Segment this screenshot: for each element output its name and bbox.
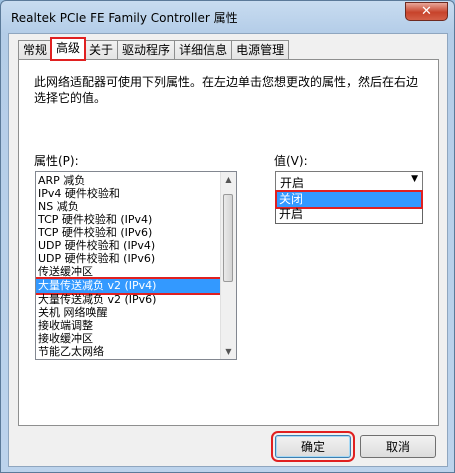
option-off[interactable]: 关闭	[275, 190, 423, 209]
tab-power-management[interactable]: 电源管理	[231, 40, 290, 60]
advanced-panel: 此网络适配器可使用下列属性。在左边单击您想更改的属性，然后在右边选择它的值。 属…	[18, 59, 439, 426]
value-select-current: 开启	[280, 176, 305, 190]
list-item[interactable]: TCP 硬件校验和 (IPv4)	[38, 213, 152, 226]
list-item[interactable]: 关机 网络唤醒	[38, 306, 108, 319]
value-options-popup: 关闭 开启	[275, 190, 423, 224]
tab-general[interactable]: 常规	[18, 40, 53, 60]
list-item[interactable]: UDP 硬件校验和 (IPv6)	[38, 252, 155, 265]
property-listbox[interactable]: ARP 减负 IPv4 硬件校验和 NS 减负 TCP 硬件校验和 (IPv4)…	[35, 171, 237, 360]
tab-strip: 常规 高级 关于 驱动程序 详细信息 电源管理	[18, 37, 290, 61]
option-on[interactable]: 开启	[277, 207, 421, 222]
value-label: 值(V):	[274, 154, 308, 168]
scroll-down-icon[interactable]: ▼	[221, 344, 236, 359]
tab-advanced[interactable]: 高级	[50, 37, 87, 61]
cancel-button[interactable]: 取消	[360, 435, 436, 458]
scroll-thumb[interactable]	[223, 194, 233, 282]
list-item[interactable]: 大量传送减负 v2 (IPv6)	[38, 293, 156, 306]
close-icon: ✕	[421, 4, 432, 19]
tab-driver[interactable]: 驱动程序	[117, 40, 176, 60]
list-item[interactable]: NS 减负	[38, 200, 79, 213]
list-item[interactable]: ARP 减负	[38, 174, 85, 187]
scroll-up-icon[interactable]: ▲	[221, 172, 236, 187]
ok-button[interactable]: 确定	[271, 431, 355, 462]
close-button[interactable]: ✕	[405, 2, 448, 21]
chevron-down-icon[interactable]: ▼	[411, 174, 418, 184]
list-item[interactable]: 接收端调整	[38, 319, 93, 332]
value-select[interactable]: 开启 ▼	[275, 171, 423, 191]
dialog-client: 常规 高级 关于 驱动程序 详细信息 电源管理 此网络适配器可使用下列属性。在左…	[8, 33, 448, 467]
tab-details[interactable]: 详细信息	[174, 40, 233, 60]
window-title: Realtek PCIe FE Family Controller 属性	[11, 11, 238, 25]
vertical-scrollbar[interactable]: ▲ ▼	[220, 172, 236, 359]
list-item-selected[interactable]: 大量传送减负 v2 (IPv4)	[36, 277, 224, 295]
properties-dialog: Realtek PCIe FE Family Controller 属性 ✕ 常…	[0, 0, 455, 473]
list-item[interactable]: 接收缓冲区	[38, 332, 93, 345]
list-item[interactable]: 节能乙太网络	[38, 345, 104, 358]
tab-about[interactable]: 关于	[84, 40, 119, 60]
list-item[interactable]: IPv4 硬件校验和	[38, 187, 120, 200]
list-item[interactable]: 传送缓冲区	[38, 265, 93, 278]
property-label: 属性(P):	[34, 154, 79, 168]
list-item[interactable]: TCP 硬件校验和 (IPv6)	[38, 226, 152, 239]
title-bar[interactable]: Realtek PCIe FE Family Controller 属性 ✕	[1, 1, 454, 33]
panel-description: 此网络适配器可使用下列属性。在左边单击您想更改的属性，然后在右边选择它的值。	[34, 75, 419, 105]
list-item[interactable]: UDP 硬件校验和 (IPv4)	[38, 239, 155, 252]
